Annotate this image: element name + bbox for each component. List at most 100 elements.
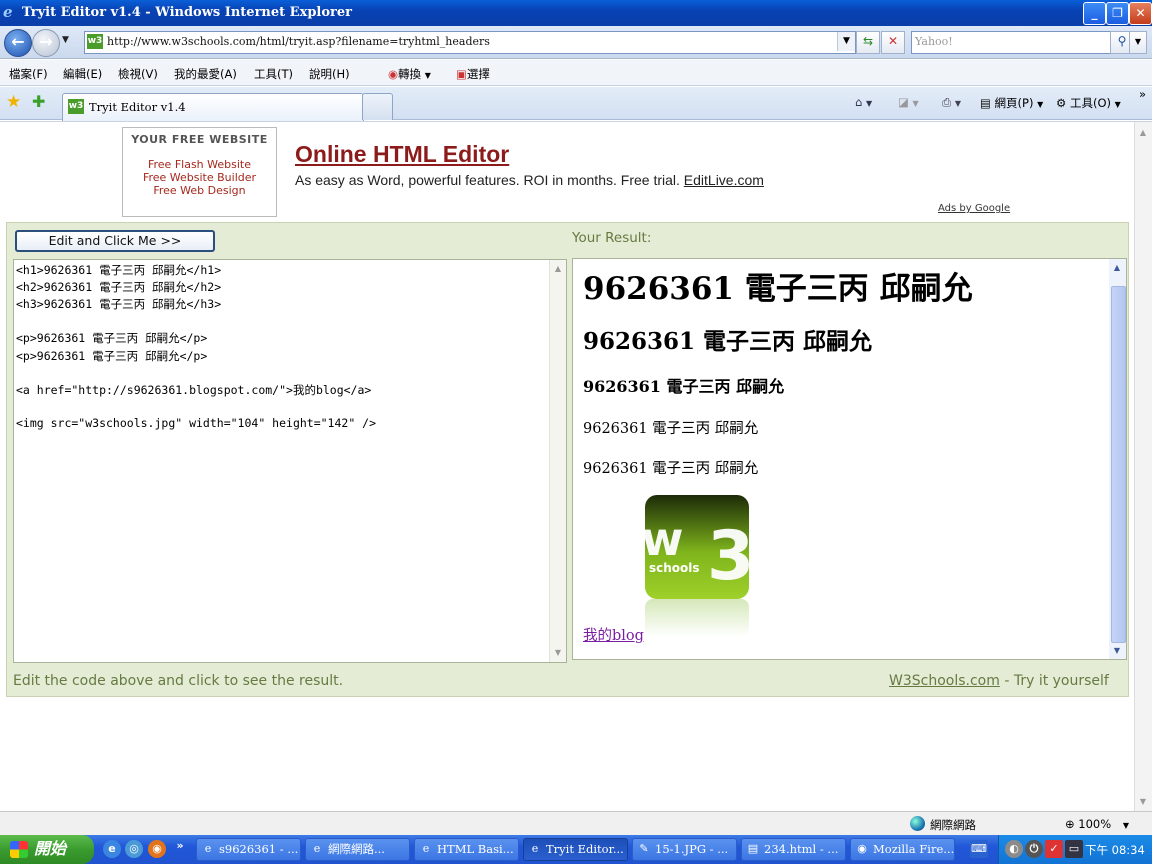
address-bar[interactable]: w3 http://www.w3schools.com/html/tryit.a… (84, 31, 856, 54)
globe-icon (910, 816, 925, 831)
ad-link-builder[interactable]: Free Website Builder (123, 171, 276, 184)
result-scroll-down-icon[interactable]: ▼ (1111, 645, 1123, 657)
refresh-button[interactable]: ⇆ (856, 31, 880, 54)
taskbar-item-label: 234.html - ... (764, 842, 839, 856)
search-input[interactable]: Yahoo! (911, 31, 1112, 54)
select-label: 選擇 (466, 67, 490, 81)
result-scrollbar[interactable]: ▲ ▼ (1109, 259, 1126, 659)
ad-box-title: YOUR FREE WEBSITE (131, 133, 268, 146)
ie-icon: e (422, 842, 430, 855)
home-icon[interactable]: ⌂ ▼ (855, 95, 872, 109)
ad-description: As easy as Word, powerful features. ROI … (295, 172, 764, 188)
taskbar-item[interactable]: ◉ Mozilla Fire... (850, 838, 955, 861)
tab-tryit-editor[interactable]: w3 Tryit Editor v1.4 (62, 93, 364, 121)
forward-button[interactable]: → (32, 29, 60, 57)
toolbar-overflow-icon[interactable]: » (1139, 87, 1146, 101)
gear-icon: ⚙ (1056, 96, 1067, 110)
magnifier-icon: ⊕ (1065, 817, 1075, 831)
w3schools-logo-image: w 3 schools (645, 495, 749, 637)
back-button[interactable]: ← (4, 29, 32, 57)
quicklaunch-overflow-icon[interactable]: » (171, 837, 189, 855)
tray-power-icon[interactable]: ⏻ (1025, 840, 1043, 858)
select-button[interactable]: ▣選擇 (456, 66, 490, 82)
title-bar[interactable]: e Tryit Editor v1.4 - Windows Internet E… (0, 0, 1152, 26)
taskbar-item[interactable]: e HTML Basi... (414, 838, 519, 861)
taskbar-item[interactable]: ▤ 234.html - ... (741, 838, 846, 861)
address-dropdown-icon[interactable]: ▼ (837, 32, 855, 51)
firefox-icon: ◉ (857, 842, 867, 855)
taskbar-item-active[interactable]: e Tryit Editor... (523, 838, 628, 861)
convert-button[interactable]: ◉轉換 ▼ (388, 66, 431, 82)
tray-antivirus-icon[interactable]: ✓ (1045, 840, 1063, 858)
result-scroll-up-icon[interactable]: ▲ (1111, 262, 1123, 274)
site-favicon-icon: w3 (87, 34, 103, 49)
taskbar-item-label: s9626361 - ... (219, 842, 299, 856)
code-editor[interactable]: <h1>9626361 電子三丙 邱嗣允</h1> <h2>9626361 電子… (13, 259, 567, 663)
print-icon[interactable]: ⎙ ▼ (942, 95, 961, 110)
menu-tools[interactable]: 工具(T) (254, 66, 293, 82)
new-tab-button[interactable] (362, 93, 393, 120)
start-button[interactable]: 開始 (0, 835, 94, 864)
svg-text:w: w (645, 512, 684, 566)
result-label: Your Result: (572, 230, 652, 246)
stop-button[interactable]: ✕ (881, 31, 905, 54)
scroll-up-icon[interactable]: ▲ (1137, 127, 1149, 139)
result-scroll-thumb[interactable] (1111, 286, 1126, 643)
address-url[interactable]: http://www.w3schools.com/html/tryit.asp?… (107, 35, 490, 48)
ad-headline-link[interactable]: Online HTML Editor (295, 141, 509, 168)
quicklaunch-firefox-icon[interactable]: ◉ (148, 840, 166, 858)
favorites-star-icon[interactable]: ★ (6, 92, 21, 112)
ad-editlive-link[interactable]: EditLive.com (684, 172, 764, 188)
menu-bar: 檔案(F) 編輯(E) 檢視(V) 我的最愛(A) 工具(T) 說明(H) ◉轉… (0, 60, 1152, 86)
minimize-button[interactable]: _ (1083, 2, 1106, 25)
result-heading-2: 9626361 電子三丙 邱嗣允 (583, 328, 873, 355)
tray-network-icon[interactable]: ▭ (1065, 840, 1083, 858)
restore-button[interactable]: ❐ (1106, 2, 1129, 25)
result-blog-link[interactable]: 我的blog (583, 624, 644, 645)
taskbar-item-label: HTML Basi... (437, 842, 514, 856)
menu-favorites[interactable]: 我的最愛(A) (174, 66, 237, 82)
w3schools-link[interactable]: W3Schools.com (889, 673, 1000, 689)
code-line: <h2>9626361 電子三丙 邱嗣允</h2> (16, 280, 222, 294)
tryit-footer-note: Edit the code above and click to see the… (13, 673, 344, 689)
ad-link-flash[interactable]: Free Flash Website (123, 158, 276, 171)
close-button[interactable]: ✕ (1129, 2, 1152, 25)
menu-view[interactable]: 檢視(V) (118, 66, 158, 82)
ie-icon: e (313, 842, 321, 855)
ad-link-design[interactable]: Free Web Design (123, 184, 276, 197)
ad-description-text: As easy as Word, powerful features. ROI … (295, 172, 680, 188)
security-zone[interactable]: 網際網路 (930, 817, 976, 833)
ads-by-google-link[interactable]: Ads by Google (938, 203, 1010, 214)
code-line: <img src="w3schools.jpg" width="104" hei… (16, 416, 377, 430)
search-options-dropdown[interactable]: ▼ (1129, 31, 1147, 54)
edit-and-click-button[interactable]: Edit and Click Me >> (15, 230, 215, 252)
zoom-level[interactable]: ⊕ 100% ▼ (1065, 817, 1129, 831)
quicklaunch-ie-icon[interactable]: e (103, 840, 121, 858)
menu-edit[interactable]: 編輯(E) (63, 66, 102, 82)
clock: 下午 08:34 (1085, 843, 1145, 857)
taskbar-item[interactable]: e s9626361 - ... (196, 838, 301, 861)
add-favorite-icon[interactable]: ✚ (32, 92, 45, 111)
tray-app-icon[interactable]: ◐ (1005, 840, 1023, 858)
tab-favicon-icon: w3 (68, 99, 84, 114)
taskbar-item[interactable]: ✎ 15-1.JPG - ... (632, 838, 737, 861)
menu-help[interactable]: 說明(H) (309, 66, 350, 82)
tools-menu-button[interactable]: ⚙ 工具(O) ▼ (1056, 95, 1121, 111)
rss-feed-icon[interactable]: ◪ ▼ (898, 95, 919, 109)
taskbar-item-label: 15-1.JPG - ... (655, 842, 729, 856)
page-scrollbar[interactable]: ▲ ▼ (1134, 122, 1152, 812)
taskbar: 開始 e ◎ ◉ » e s9626361 - ... e 網際網路... e HTM… (0, 835, 1152, 864)
page-menu-button[interactable]: ▤ 網頁(P) ▼ (980, 95, 1043, 111)
quicklaunch-app-icon[interactable]: ◎ (125, 840, 143, 858)
taskbar-item[interactable]: e 網際網路... (305, 838, 410, 861)
recent-pages-dropdown[interactable]: ▼ (62, 35, 69, 45)
keyboard-icon[interactable]: ⌨ (970, 840, 988, 858)
menu-file[interactable]: 檔案(F) (9, 66, 48, 82)
select-icon: ▣ (456, 67, 467, 81)
code-scrollbar[interactable]: ▲ ▼ (549, 260, 566, 662)
code-scroll-down-icon[interactable]: ▼ (552, 647, 564, 659)
start-label: 開始 (34, 839, 67, 858)
scroll-down-icon[interactable]: ▼ (1137, 796, 1149, 808)
paint-icon: ✎ (639, 842, 649, 855)
code-scroll-up-icon[interactable]: ▲ (552, 263, 564, 275)
